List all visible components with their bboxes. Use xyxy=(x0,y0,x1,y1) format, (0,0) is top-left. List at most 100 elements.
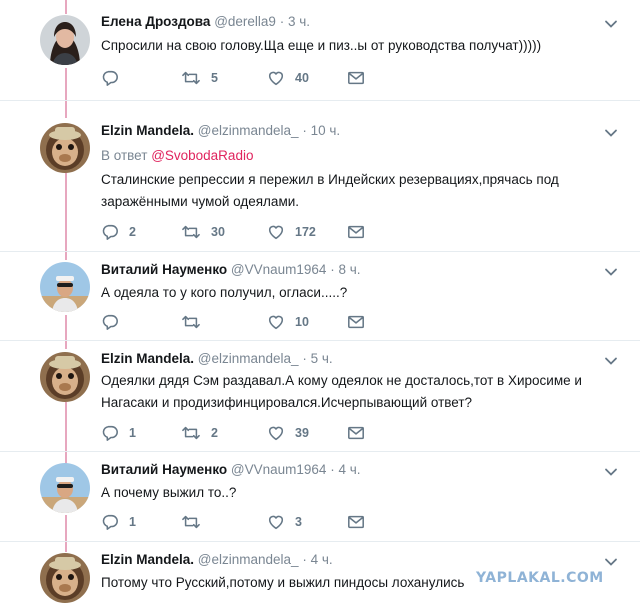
reply-icon xyxy=(101,424,119,442)
author-handle[interactable]: @derella9 xyxy=(214,14,276,29)
reply-button[interactable]: 1 xyxy=(101,423,136,443)
reply-count: 1 xyxy=(129,515,136,529)
retweet-icon xyxy=(181,513,201,531)
reply-button[interactable] xyxy=(101,68,119,88)
avatar[interactable] xyxy=(40,463,90,513)
author-name[interactable]: Елена Дроздова xyxy=(101,14,210,29)
tweet-actions: 1 3 xyxy=(101,512,401,532)
tweet: Elzin Mandela. @elzinmandela_ · 10 ч. В … xyxy=(0,101,640,251)
like-count: 3 xyxy=(295,515,302,529)
tweet-text: Спросили на свою голову.Ща еще и пиз..ы … xyxy=(101,35,620,57)
author-name[interactable]: Виталий Науменко xyxy=(101,262,227,277)
author-handle[interactable]: @VVnaum1964 xyxy=(231,262,327,277)
author-name[interactable]: Elzin Mandela. xyxy=(101,552,194,567)
tweet-time[interactable]: · 3 ч. xyxy=(280,14,310,29)
tweet-text-line: Сталинские репрессии я пережил в Индейск… xyxy=(101,172,559,187)
direct-message-button[interactable] xyxy=(347,312,365,332)
retweet-icon xyxy=(181,313,201,331)
reply-icon xyxy=(101,313,119,331)
avatar[interactable] xyxy=(40,553,90,603)
retweet-count: 2 xyxy=(211,426,218,440)
tweet: Виталий Науменко @VVnaum1964 · 8 ч. А од… xyxy=(0,252,640,340)
reply-prefix: В ответ xyxy=(101,148,148,163)
tweet-actions: 1 2 39 xyxy=(101,423,401,443)
avatar[interactable] xyxy=(40,262,90,312)
tweet-text-line: Нагасаки и продизифинцировался.Исчерпыва… xyxy=(101,395,473,410)
author-name[interactable]: Elzin Mandela. xyxy=(101,123,194,138)
chevron-down-icon[interactable] xyxy=(604,465,618,479)
retweet-button[interactable]: 5 xyxy=(181,68,218,88)
reply-count: 1 xyxy=(129,426,136,440)
tweet-time[interactable]: · 4 ч. xyxy=(330,462,360,477)
reply-button[interactable]: 2 xyxy=(101,222,136,242)
heart-icon xyxy=(267,424,285,442)
like-count: 172 xyxy=(295,225,316,239)
author-handle[interactable]: @elzinmandela_ xyxy=(198,123,299,138)
reply-target-link[interactable]: @SvobodaRadio xyxy=(151,148,253,163)
author-name[interactable]: Виталий Науменко xyxy=(101,462,227,477)
tweet-header: Виталий Науменко @VVnaum1964 · 4 ч. xyxy=(101,462,361,477)
heart-icon xyxy=(267,513,285,531)
retweet-button[interactable] xyxy=(181,312,201,332)
like-button[interactable]: 3 xyxy=(267,512,302,532)
reply-count: 2 xyxy=(129,225,136,239)
author-name[interactable]: Elzin Mandela. xyxy=(101,351,194,366)
retweet-count: 5 xyxy=(211,71,218,85)
tweet-text-line: А почему выжил то..? xyxy=(101,485,237,500)
mail-icon xyxy=(347,513,365,531)
direct-message-button[interactable] xyxy=(347,512,365,532)
like-button[interactable]: 40 xyxy=(267,68,309,88)
direct-message-button[interactable] xyxy=(347,423,365,443)
direct-message-button[interactable] xyxy=(347,222,365,242)
tweet-time[interactable]: · 10 ч. xyxy=(302,123,340,138)
retweet-button[interactable]: 2 xyxy=(181,423,218,443)
tweet-text: А одеяла то у кого получил, огласи.....? xyxy=(101,282,620,304)
tweet-actions: 2 30 172 xyxy=(101,222,401,242)
watermark: YAPLAKAL.COM xyxy=(476,570,604,586)
tweet: Виталий Науменко @VVnaum1964 · 4 ч. А по… xyxy=(0,452,640,541)
author-handle[interactable]: @VVnaum1964 xyxy=(231,462,327,477)
avatar[interactable] xyxy=(40,123,90,173)
author-handle[interactable]: @elzinmandela_ xyxy=(198,552,299,567)
retweet-count: 30 xyxy=(211,225,225,239)
like-button[interactable]: 10 xyxy=(267,312,309,332)
like-count: 40 xyxy=(295,71,309,85)
tweet: Елена Дроздова @derella9 · 3 ч. Спросили… xyxy=(0,0,640,100)
heart-icon xyxy=(267,313,285,331)
retweet-button[interactable] xyxy=(181,512,201,532)
reply-button[interactable]: 1 xyxy=(101,512,136,532)
chevron-down-icon[interactable] xyxy=(604,555,618,569)
tweet-header: Елена Дроздова @derella9 · 3 ч. xyxy=(101,14,310,29)
chevron-down-icon[interactable] xyxy=(604,354,618,368)
reply-icon xyxy=(101,69,119,87)
heart-icon xyxy=(267,223,285,241)
avatar[interactable] xyxy=(40,352,90,402)
man-avatar-icon xyxy=(40,262,90,312)
tweet-text: Сталинские репрессии я пережил в Индейск… xyxy=(101,169,620,213)
like-button[interactable]: 172 xyxy=(267,222,316,242)
mail-icon xyxy=(347,313,365,331)
tweet-text-line: А одеяла то у кого получил, огласи.....? xyxy=(101,285,348,300)
reply-button[interactable] xyxy=(101,312,119,332)
author-handle[interactable]: @elzinmandela_ xyxy=(198,351,299,366)
reply-icon xyxy=(101,513,119,531)
man-avatar-icon xyxy=(40,463,90,513)
chevron-down-icon[interactable] xyxy=(604,265,618,279)
tweet-time[interactable]: · 5 ч. xyxy=(302,351,332,366)
tweet-header: Elzin Mandela. @elzinmandela_ · 10 ч. xyxy=(101,123,340,138)
tweet: Elzin Mandela. @elzinmandela_ · 5 ч. Оде… xyxy=(0,341,640,451)
tweet-text: Одеялки дядя Сэм раздавал.А кому одеялок… xyxy=(101,370,620,414)
direct-message-button[interactable] xyxy=(347,68,365,88)
tweet-actions: 5 40 xyxy=(101,68,401,88)
like-button[interactable]: 39 xyxy=(267,423,309,443)
chevron-down-icon[interactable] xyxy=(604,126,618,140)
tweet-time[interactable]: · 8 ч. xyxy=(330,262,360,277)
retweet-button[interactable]: 30 xyxy=(181,222,225,242)
tweet-header: Виталий Науменко @VVnaum1964 · 8 ч. xyxy=(101,262,361,277)
mail-icon xyxy=(347,223,365,241)
chevron-down-icon[interactable] xyxy=(604,17,618,31)
avatar[interactable] xyxy=(40,15,90,65)
tweet-time[interactable]: · 4 ч. xyxy=(302,552,332,567)
retweet-icon xyxy=(181,424,201,442)
monkey-avatar-icon xyxy=(40,553,90,603)
